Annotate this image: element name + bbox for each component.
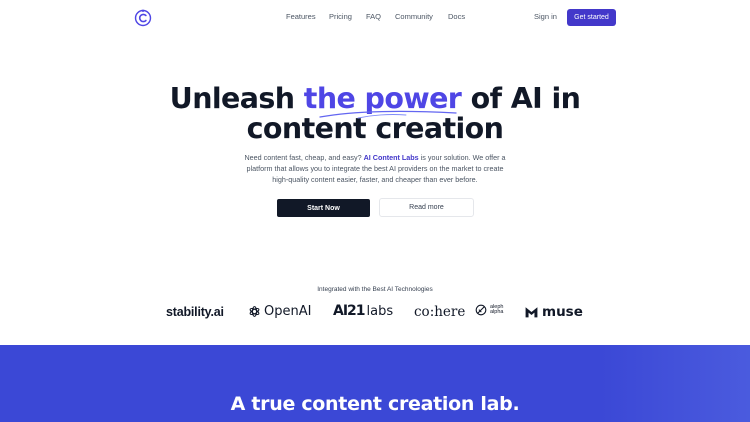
- logo-icon[interactable]: [134, 9, 152, 27]
- start-now-button[interactable]: Start Now: [277, 199, 370, 217]
- nav-link-pricing[interactable]: Pricing: [329, 12, 352, 21]
- hero-desc-brand: AI Content Labs: [363, 153, 419, 162]
- top-navbar: Features Pricing FAQ Community Docs Sign…: [0, 0, 750, 36]
- partner-logo-muse: muse: [525, 304, 583, 320]
- aleph-alpha-icon: [475, 304, 487, 316]
- aleph-alpha-words: aleph alpha: [490, 304, 504, 315]
- accent-underline: [319, 110, 457, 119]
- sign-in-link[interactable]: Sign in: [534, 12, 557, 21]
- partner-logo-cohere: co:here: [414, 304, 465, 320]
- openai-text: OpenAI: [264, 304, 312, 319]
- muse-text: muse: [542, 304, 583, 320]
- nav-link-community[interactable]: Community: [395, 12, 433, 21]
- section-title: A true content creation lab.: [230, 393, 520, 415]
- openai-icon: [249, 306, 260, 317]
- integrations-label: Integrated with the Best AI Technologies: [317, 286, 433, 293]
- partner-logo-openai: OpenAI: [248, 304, 311, 319]
- get-started-button[interactable]: Get started: [567, 9, 616, 26]
- partner-logo-stability: stability.ai: [166, 305, 224, 319]
- read-more-button[interactable]: Read more: [379, 198, 474, 217]
- hero-title-part2: of AI in: [461, 82, 581, 115]
- stability-text: stability.ai: [166, 305, 224, 319]
- hero-desc-part1: Need content fast, cheap, and easy?: [244, 153, 364, 162]
- hero-title-part1: Unleash: [169, 82, 304, 115]
- ai21-text-light: labs: [366, 303, 394, 319]
- ai21-text-bold: AI21: [333, 303, 366, 319]
- cohere-text: co:here: [414, 304, 466, 320]
- muse-icon: [525, 307, 538, 318]
- nav-link-docs[interactable]: Docs: [448, 12, 465, 21]
- alpha-text: alpha: [490, 309, 504, 315]
- hero-description: Need content fast, cheap, and easy? AI C…: [240, 152, 510, 185]
- partner-logo-aleph-alpha: aleph alpha: [475, 304, 503, 316]
- nav-link-faq[interactable]: FAQ: [366, 12, 381, 21]
- partner-logo-ai21: AI21 labs: [333, 303, 393, 319]
- nav-link-features[interactable]: Features: [286, 12, 316, 21]
